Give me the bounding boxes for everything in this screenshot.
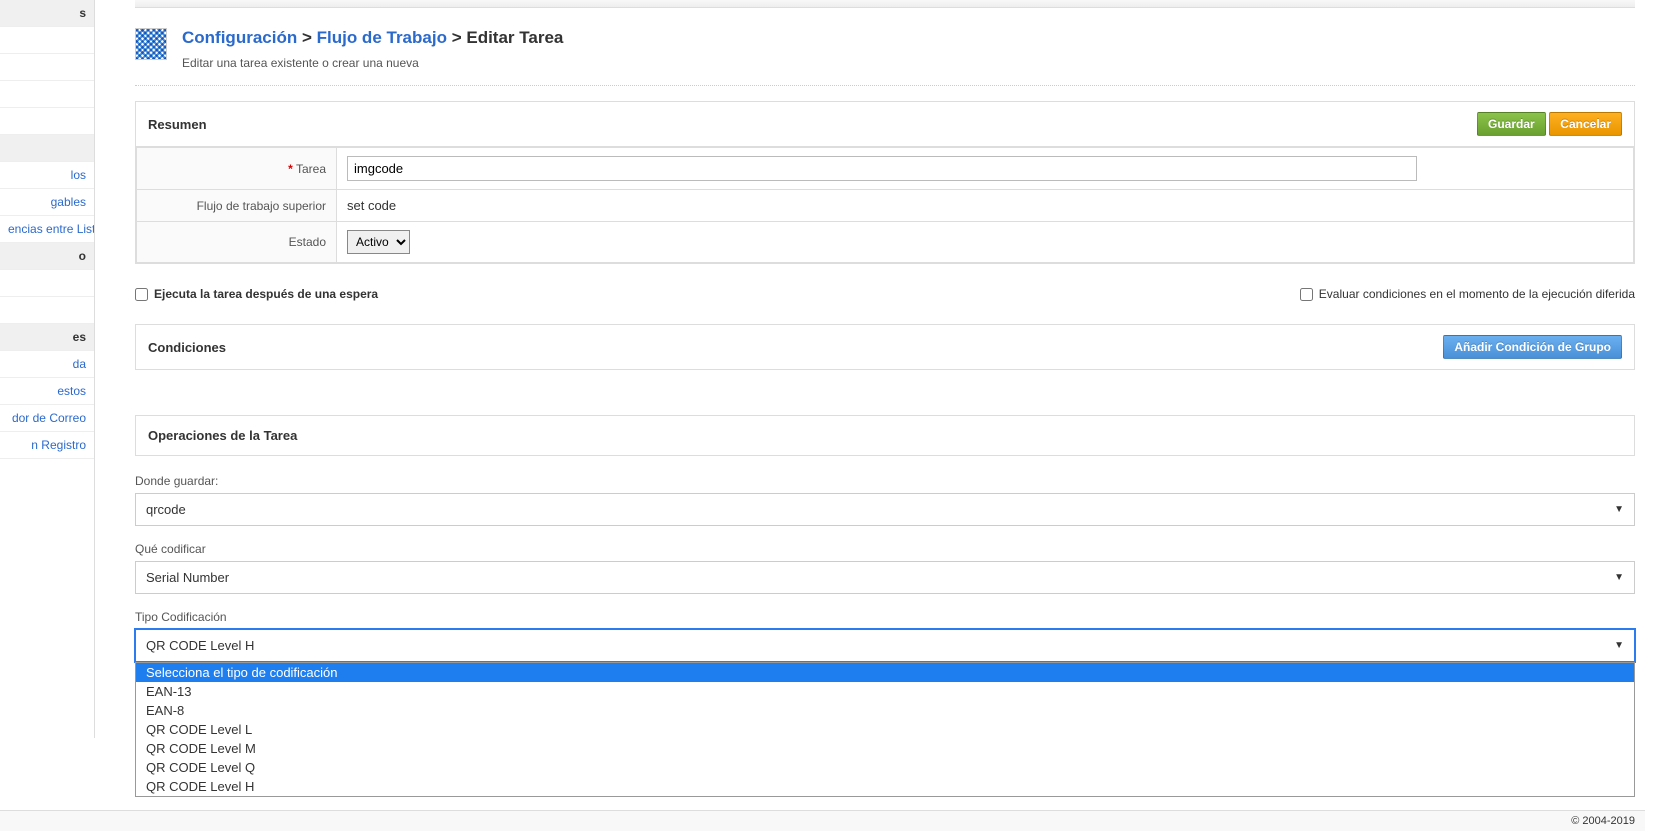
- que-codificar-select[interactable]: Serial Number ▼: [135, 561, 1635, 594]
- sidebar-item: [0, 27, 94, 54]
- chevron-down-icon: ▼: [1614, 504, 1624, 515]
- breadcrumb-configuracion[interactable]: Configuración: [182, 28, 297, 47]
- breadcrumb-flujo[interactable]: Flujo de Trabajo: [317, 28, 447, 47]
- tipo-codificacion-group: Tipo Codificación QR CODE Level H ▼ Sele…: [135, 610, 1635, 662]
- estado-select[interactable]: Activo: [347, 230, 410, 254]
- sidebar: s losgablesencias entre Listaso esdaesto…: [0, 0, 95, 738]
- evaluar-checkbox[interactable]: [1300, 288, 1313, 301]
- condiciones-title: Condiciones: [148, 340, 226, 355]
- donde-guardar-select[interactable]: qrcode ▼: [135, 493, 1635, 526]
- resumen-title: Resumen: [148, 117, 207, 132]
- ejecuta-checkbox-label[interactable]: Ejecuta la tarea después de una espera: [135, 287, 378, 301]
- sidebar-item: [0, 135, 94, 162]
- sidebar-item[interactable]: los: [0, 162, 94, 189]
- tipo-select[interactable]: QR CODE Level H ▼: [135, 629, 1635, 662]
- qr-icon: [135, 28, 167, 60]
- cancel-button[interactable]: Cancelar: [1549, 112, 1622, 136]
- chevron-down-icon: ▼: [1614, 640, 1624, 651]
- que-codificar-label: Qué codificar: [135, 542, 1635, 556]
- breadcrumb-sep: >: [452, 28, 467, 47]
- sidebar-item: o: [0, 243, 94, 270]
- tipo-dropdown-panel: Selecciona el tipo de codificaciónEAN-13…: [135, 662, 1635, 797]
- tipo-label: Tipo Codificación: [135, 610, 1635, 624]
- sidebar-item[interactable]: gables: [0, 189, 94, 216]
- dropdown-option[interactable]: QR CODE Level Q: [136, 758, 1634, 777]
- main-content: Configuración > Flujo de Trabajo > Edita…: [95, 0, 1655, 738]
- evaluar-checkbox-label[interactable]: Evaluar condiciones en el momento de la …: [1300, 287, 1635, 301]
- flujo-value: set code: [337, 190, 1634, 222]
- sidebar-item[interactable]: n Registro: [0, 432, 94, 459]
- checkbox-row: Ejecuta la tarea después de una espera E…: [135, 279, 1635, 309]
- dropdown-option[interactable]: QR CODE Level H: [136, 777, 1634, 796]
- add-condition-button[interactable]: Añadir Condición de Grupo: [1443, 335, 1622, 359]
- breadcrumb-subtitle: Editar una tarea existente o crear una n…: [182, 56, 563, 70]
- save-button[interactable]: Guardar: [1477, 112, 1546, 136]
- footer-copyright: © 2004-2019: [0, 810, 1645, 831]
- ejecuta-checkbox[interactable]: [135, 288, 148, 301]
- dropdown-option[interactable]: EAN-13: [136, 682, 1634, 701]
- resumen-table: * Tarea Flujo de trabajo superior set co…: [136, 147, 1634, 263]
- sidebar-item[interactable]: da: [0, 351, 94, 378]
- sidebar-item: [0, 108, 94, 135]
- sidebar-item: [0, 81, 94, 108]
- sidebar-item[interactable]: estos: [0, 378, 94, 405]
- breadcrumb-current: Editar Tarea: [466, 28, 563, 47]
- resumen-section: Resumen Guardar Cancelar * Tarea: [135, 101, 1635, 264]
- sidebar-item[interactable]: dor de Correo: [0, 405, 94, 432]
- sidebar-item: [0, 270, 94, 297]
- tarea-label: * Tarea: [137, 148, 337, 190]
- chevron-down-icon: ▼: [1614, 572, 1624, 583]
- dropdown-option[interactable]: QR CODE Level M: [136, 739, 1634, 758]
- condiciones-section: Condiciones Añadir Condición de Grupo: [135, 324, 1635, 370]
- que-codificar-group: Qué codificar Serial Number ▼: [135, 542, 1635, 594]
- operaciones-title: Operaciones de la Tarea: [135, 415, 1635, 456]
- flujo-label: Flujo de trabajo superior: [137, 190, 337, 222]
- dropdown-option[interactable]: Selecciona el tipo de codificación: [136, 663, 1634, 682]
- breadcrumb: Configuración > Flujo de Trabajo > Edita…: [135, 28, 1635, 70]
- donde-guardar-group: Donde guardar: qrcode ▼: [135, 474, 1635, 526]
- required-star: *: [288, 162, 293, 176]
- donde-guardar-label: Donde guardar:: [135, 474, 1635, 488]
- sidebar-item: [0, 54, 94, 81]
- sidebar-item: es: [0, 324, 94, 351]
- sidebar-item: s: [0, 0, 94, 27]
- tarea-input[interactable]: [347, 156, 1417, 181]
- dropdown-option[interactable]: EAN-8: [136, 701, 1634, 720]
- divider: [135, 85, 1635, 86]
- estado-label: Estado: [137, 222, 337, 263]
- dropdown-option[interactable]: QR CODE Level L: [136, 720, 1634, 739]
- sidebar-item[interactable]: encias entre Listas: [0, 216, 94, 243]
- top-border: [135, 0, 1635, 8]
- breadcrumb-text: Configuración > Flujo de Trabajo > Edita…: [182, 28, 563, 48]
- sidebar-item: [0, 297, 94, 324]
- breadcrumb-sep: >: [302, 28, 317, 47]
